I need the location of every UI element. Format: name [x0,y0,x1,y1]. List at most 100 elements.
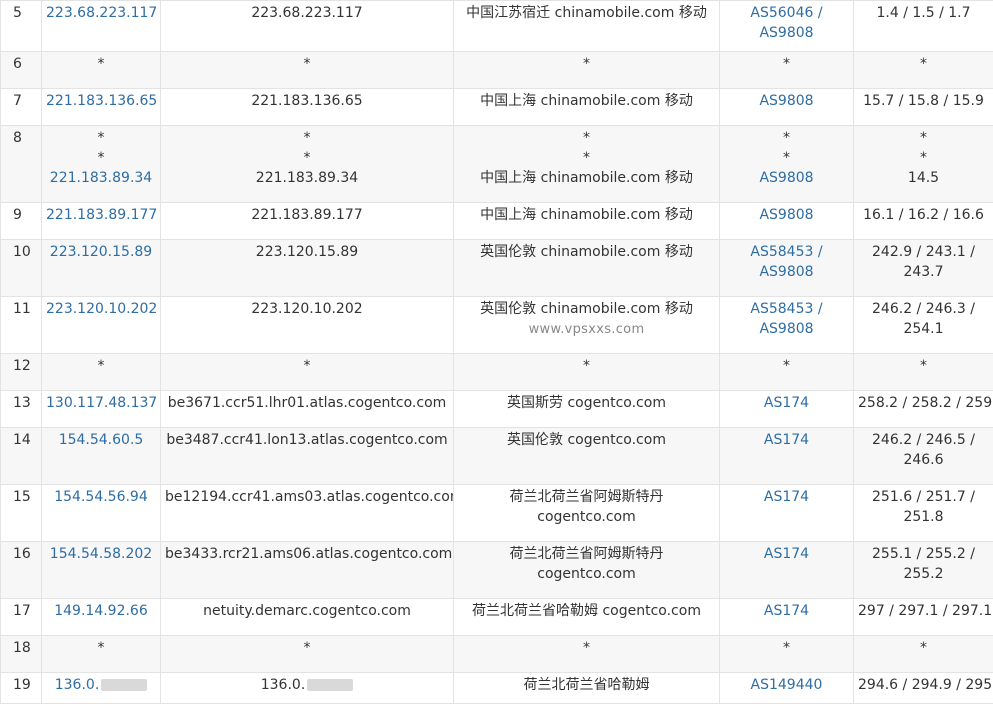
ip-text[interactable]: 154.54.58.202 [50,546,152,562]
hop-number: 9 [13,207,22,223]
latency-text: * [920,150,927,166]
ip-cell: * [41,353,161,391]
asn-text: * [783,640,790,656]
ip-text[interactable]: 223.120.10.202 [46,301,157,317]
hostname-text: be3671.ccr51.lhr01.atlas.cogentco.com [167,395,447,411]
location-text: * [583,150,590,166]
ip-text[interactable]: 149.14.92.66 [54,603,148,619]
hop-number-cell: 5 [0,0,42,52]
asn-text[interactable]: AS9808 [759,264,813,280]
hop-number: 19 [13,677,31,693]
location-text: * [583,358,590,374]
location-text: 英国伦敦 chinamobile.com 移动 [480,244,693,260]
ip-text[interactable]: 223.120.15.89 [50,244,152,260]
asn-text[interactable]: AS9808 [759,321,813,337]
location-cell: 荷兰北荷兰省哈勒姆 [453,672,720,704]
asn-text: * [783,56,790,72]
hop-number-cell: 7 [0,88,42,126]
asn-text[interactable]: AS9808 [759,93,813,109]
asn-cell: AS58453 / AS9808 [719,239,854,297]
asn-text[interactable]: AS9808 [759,25,813,41]
asn-cell: AS174 [719,427,854,485]
latency-text: 294.6 / 294.9 / 295 [858,677,993,693]
latency-cell: * [853,51,993,89]
ip-cell: * [41,51,161,89]
latency-cell: 294.6 / 294.9 / 295 [853,672,993,704]
latency-text: 255.1 / 255.2 / [872,546,975,562]
hostname-cell: netuity.demarc.cogentco.com [160,598,454,636]
ip-text[interactable]: 136.0. [55,677,100,693]
location-text: 荷兰北荷兰省哈勒姆 [523,677,650,693]
hop-number-cell: 11 [0,296,42,354]
asn-text[interactable]: AS9808 [759,170,813,186]
asn-text[interactable]: AS174 [764,489,809,505]
latency-text: 258.2 / 258.2 / 259 [858,395,993,411]
ip-text[interactable]: 154.54.60.5 [59,432,144,448]
location-cell: 中国江苏宿迁 chinamobile.com 移动 [453,0,720,52]
latency-cell: 297 / 297.1 / 297.1 [853,598,993,636]
ip-cell: 154.54.56.94 [41,484,161,542]
ip-text[interactable]: 154.54.56.94 [54,489,148,505]
ip-cell: * [41,635,161,673]
ip-cell: 130.117.48.137 [41,390,161,428]
latency-text: * [920,130,927,146]
latency-text: * [920,56,927,72]
table-row: 11 223.120.10.202 223.120.10.202 英国伦敦 china… [0,296,993,354]
table-row: 8 * * 221.183.89.34 * * 221.183.89.34 * * 中国上海 ch… [0,125,993,203]
hostname-cell: * [160,635,454,673]
hop-number: 16 [13,546,31,562]
hostname-text: 136.0. [260,677,306,693]
hostname-text: 221.183.89.34 [255,170,359,186]
latency-text: * [920,640,927,656]
asn-cell: AS174 [719,541,854,599]
latency-text: 14.5 [907,170,940,186]
hostname-text: be3487.ccr41.lon13.atlas.cogentco.com [166,432,448,448]
ip-cell: 136.0. [41,672,161,704]
location-cell: 英国伦敦 cogentco.com [453,427,720,485]
ip-text[interactable]: 221.183.136.65 [46,93,157,109]
location-text: 中国上海 chinamobile.com 移动 [480,93,693,109]
ip-text[interactable]: 221.183.89.34 [50,170,152,186]
latency-cell: 246.2 / 246.5 / 246.6 [853,427,993,485]
hop-number: 11 [13,301,31,317]
hop-number-cell: 10 [0,239,42,297]
ip-text[interactable]: 221.183.89.177 [46,207,157,223]
asn-text[interactable]: AS174 [764,603,809,619]
hostname-text: * [303,358,311,374]
latency-text: 254.1 [903,321,944,337]
asn-cell: AS9808 [719,88,854,126]
ip-cell: 149.14.92.66 [41,598,161,636]
hop-number-cell: 12 [0,353,42,391]
ip-text[interactable]: 223.68.223.117 [46,5,157,21]
ip-cell: 154.54.58.202 [41,541,161,599]
asn-text[interactable]: AS174 [764,432,809,448]
redacted-block [101,679,148,691]
hostname-cell: * [160,51,454,89]
asn-text[interactable]: AS174 [764,395,809,411]
asn-text[interactable]: AS149440 [751,677,823,693]
asn-text[interactable]: AS9808 [759,207,813,223]
hop-number: 18 [13,640,31,656]
asn-text[interactable]: AS58453 / [750,244,822,260]
table-row: 19 136.0. 136.0. 荷兰北荷兰省哈勒姆 AS149440 294.6 / 2… [0,672,993,704]
asn-cell: AS174 [719,390,854,428]
hostname-cell: 221.183.136.65 [160,88,454,126]
hostname-cell: 223.68.223.117 [160,0,454,52]
hostname-text: 223.68.223.117 [251,5,363,21]
ip-cell: 221.183.89.177 [41,202,161,240]
ip-text[interactable]: 130.117.48.137 [46,395,157,411]
asn-text[interactable]: AS56046 / [750,5,822,21]
location-cell: 荷兰北荷兰省阿姆斯特丹 cogentco.com [453,484,720,542]
hop-number: 14 [13,432,31,448]
ip-text: * [97,56,105,72]
redacted-block [307,679,354,691]
hop-number-cell: 6 [0,51,42,89]
hop-number: 8 [13,130,22,146]
latency-text: 246.6 [903,452,944,468]
asn-text[interactable]: AS58453 / [750,301,822,317]
asn-text[interactable]: AS174 [764,546,809,562]
hop-number: 15 [13,489,31,505]
asn-cell: AS58453 / AS9808 [719,296,854,354]
hostname-cell: be12194.ccr41.ams03.atlas.cogentco.com [160,484,454,542]
location-text: 荷兰北荷兰省哈勒姆 cogentco.com [472,603,701,619]
